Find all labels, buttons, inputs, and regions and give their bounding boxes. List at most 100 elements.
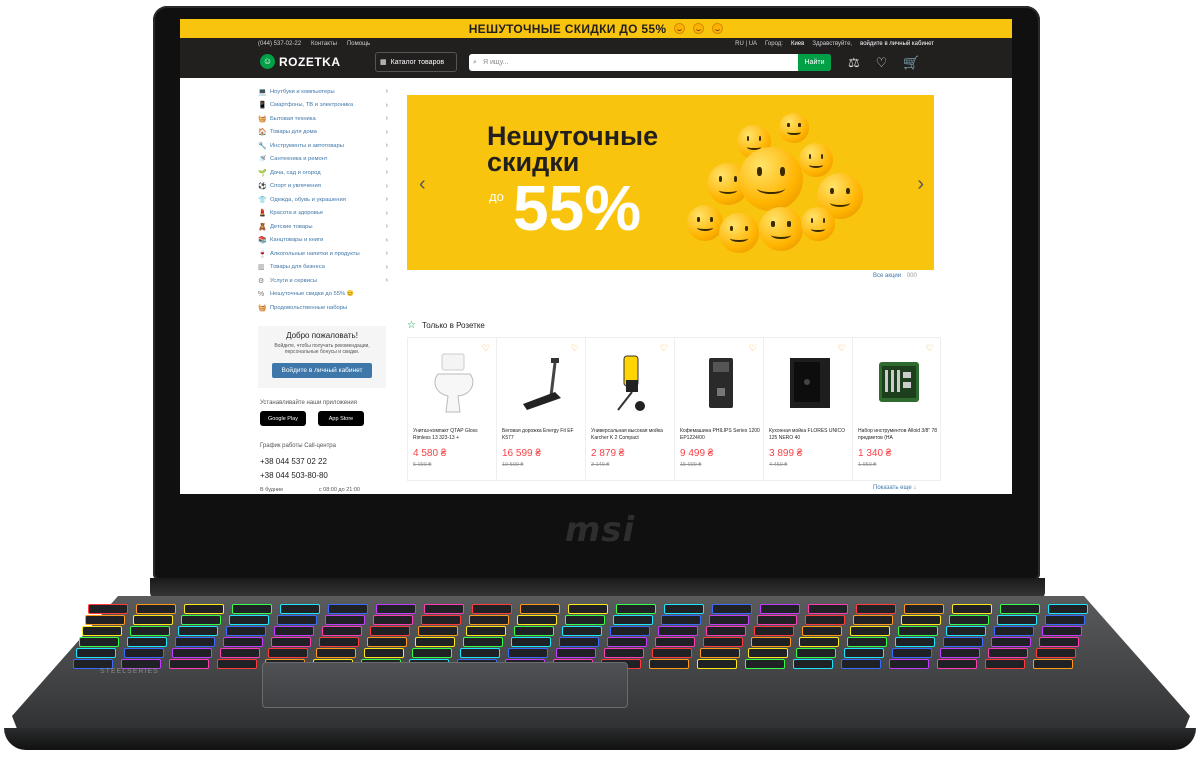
keyboard-key: [220, 648, 260, 658]
keyboard-key: [373, 615, 413, 625]
product-name[interactable]: Беговая дорожка Energy Fit EF K577: [502, 428, 582, 442]
heart-icon[interactable]: ♡: [749, 343, 757, 354]
sidebar-item[interactable]: 🧺 Продовольственные наборы: [258, 301, 388, 315]
product-card[interactable]: ♡ Беговая дорожка Energy Fit EF K577 16 59…: [496, 337, 585, 481]
sidebar-item[interactable]: 📚 Канцтовары и книги ›: [258, 234, 388, 248]
product-image[interactable]: [788, 352, 832, 414]
sidebar-item[interactable]: ▥ Товары для бизнеса ›: [258, 261, 388, 275]
help-link[interactable]: Помощь: [347, 41, 370, 47]
product-name[interactable]: Кофемашина PHILIPS Series 1200 EP1224/00: [680, 428, 760, 442]
product-card[interactable]: ♡ Набор инструментов Alloid 3/8" 78 предм…: [852, 337, 941, 481]
sidebar-item[interactable]: ⚙ Услуги и сервисы ›: [258, 274, 388, 288]
chevron-right-icon: ›: [385, 182, 388, 190]
sidebar-item[interactable]: 💻 Ноутбуки и компьютеры ›: [258, 85, 388, 99]
heart-icon[interactable]: ♡: [876, 55, 888, 71]
keyboard-key: [421, 615, 461, 625]
search-button[interactable]: Найти: [798, 54, 831, 71]
chevron-right-icon: ›: [385, 209, 388, 217]
product-name[interactable]: Универсальная высокая мойка Karcher K 2 …: [591, 428, 671, 442]
sidebar-item[interactable]: 🍷 Алкогольные напитки и продукты ›: [258, 247, 388, 261]
login-link[interactable]: войдите в личный кабинет: [860, 41, 934, 47]
keyboard-key: [703, 637, 743, 647]
show-more-link[interactable]: Показать еще ↓: [873, 485, 916, 491]
keyboard-key: [367, 637, 407, 647]
product-image[interactable]: [610, 352, 654, 414]
promo-bar[interactable]: НЕШУТОЧНЫЕ СКИДКИ ДО 55%: [180, 19, 1012, 38]
banner-next-arrow-icon[interactable]: ›: [917, 173, 924, 196]
sidebar-item[interactable]: 🧸 Детские товары ›: [258, 220, 388, 234]
store-buttons: Google Play App Store: [260, 411, 364, 426]
app-store-button[interactable]: App Store: [318, 411, 364, 426]
product-image[interactable]: [432, 352, 476, 414]
product-name[interactable]: Кухонная мойка FLORES UNICO 125 NERO 40: [769, 428, 849, 442]
product-card[interactable]: ♡ Кофемашина PHILIPS Series 1200 EP1224/0…: [674, 337, 763, 481]
google-play-button[interactable]: Google Play: [260, 411, 306, 426]
sidebar-item[interactable]: 🧺 Бытовая техника ›: [258, 112, 388, 126]
product-carousel: ♡ Унитаз-компакт QTAP Gloss Rimless 13 32…: [407, 337, 941, 481]
keyboard-key: [229, 615, 269, 625]
all-promos-link[interactable]: Все акции 000: [873, 273, 917, 279]
keyboard-key: [949, 615, 989, 625]
login-button[interactable]: Войдите в личный кабинет: [272, 363, 372, 378]
product-image[interactable]: [521, 352, 565, 414]
heart-icon[interactable]: ♡: [571, 343, 579, 354]
chevron-right-icon: ›: [385, 169, 388, 177]
keyboard-key: [847, 637, 887, 647]
chevron-right-icon: ›: [385, 142, 388, 150]
product-name[interactable]: Унитаз-компакт QTAP Gloss Rimless 13 323…: [413, 428, 493, 442]
keyboard-key: [889, 659, 929, 669]
keyboard-key: [805, 615, 845, 625]
sidebar-item[interactable]: 🌱 Дача, сад и огород ›: [258, 166, 388, 180]
sidebar-item[interactable]: ⚽ Спорт и увлечения ›: [258, 180, 388, 194]
heart-icon[interactable]: ♡: [838, 343, 846, 354]
catalog-button[interactable]: ▦ Каталог товаров: [375, 52, 457, 72]
keyboard-key: [709, 615, 749, 625]
sidebar-item[interactable]: 📱 Смартфоны, ТВ и электроника ›: [258, 99, 388, 113]
welcome-box: Добро пожаловать! Войдите, чтобы получат…: [258, 326, 386, 388]
product-price: 4 580 ₴: [413, 448, 447, 459]
sidebar-item[interactable]: % Нешуточные скидки до 55% 😊: [258, 288, 388, 302]
product-image[interactable]: [877, 352, 921, 414]
touchpad[interactable]: [262, 662, 628, 708]
sidebar-item[interactable]: 🚿 Сантехника и ремонт ›: [258, 153, 388, 167]
product-card[interactable]: ♡ Кухонная мойка FLORES UNICO 125 NERO 40…: [763, 337, 852, 481]
sidebar-item[interactable]: 🔧 Инструменты и автотовары ›: [258, 139, 388, 153]
keyboard-key: [514, 626, 554, 636]
keyboard-key: [604, 648, 644, 658]
greeting-text: Здравствуйте,: [812, 41, 853, 47]
compare-icon[interactable]: ⚖: [848, 55, 860, 71]
header-phone[interactable]: (044) 537-02-22: [258, 41, 301, 47]
product-name[interactable]: Набор инструментов Alloid 3/8" 78 предме…: [858, 428, 938, 442]
category-icon: ▥: [258, 264, 265, 272]
contacts-link[interactable]: Контакты: [311, 41, 337, 47]
top-right-links: RU | UA Город: Киев Здравствуйте, войдит…: [735, 41, 934, 47]
sidebar-item-label: Продовольственные наборы: [270, 304, 348, 311]
keyboard-key: [793, 659, 833, 669]
sidebar-item[interactable]: 👕 Одежда, обувь и украшения ›: [258, 193, 388, 207]
product-card[interactable]: ♡ Унитаз-компакт QTAP Gloss Rimless 13 32…: [407, 337, 496, 481]
keyboard-key: [268, 648, 308, 658]
keyboard-key: [217, 659, 257, 669]
sidebar-item[interactable]: 🏠 Товары для дома ›: [258, 126, 388, 140]
heart-icon[interactable]: ♡: [660, 343, 668, 354]
product-old-price: 19 599 ₴: [502, 462, 524, 468]
keyboard-key: [127, 637, 167, 647]
keyboard-key: [796, 648, 836, 658]
rozetka-logo[interactable]: ☺ ROZETKA: [260, 54, 341, 69]
heart-icon[interactable]: ♡: [926, 343, 934, 354]
cart-icon[interactable]: 🛒: [903, 55, 919, 71]
phone-number[interactable]: +38 044 503-80-80: [260, 471, 328, 480]
search-input[interactable]: ⌕ Я ищу...: [469, 59, 798, 66]
smiley-icon: [712, 23, 724, 34]
product-image[interactable]: [699, 352, 743, 414]
promo-banner[interactable]: ‹ › Нешуточные скидки до 55%: [407, 95, 934, 270]
product-card[interactable]: ♡ Универсальная высокая мойка Karcher K 2…: [585, 337, 674, 481]
phone-number[interactable]: +38 044 537 02 22: [260, 457, 327, 466]
sidebar-item[interactable]: 💄 Красота и здоровье ›: [258, 207, 388, 221]
banner-prev-arrow-icon[interactable]: ‹: [419, 173, 426, 196]
star-icon: ☆: [407, 320, 416, 331]
language-switch[interactable]: RU | UA: [735, 41, 757, 47]
grid-icon: ▦: [380, 59, 387, 66]
heart-icon[interactable]: ♡: [482, 343, 490, 354]
city-selector[interactable]: Киев: [791, 41, 804, 47]
